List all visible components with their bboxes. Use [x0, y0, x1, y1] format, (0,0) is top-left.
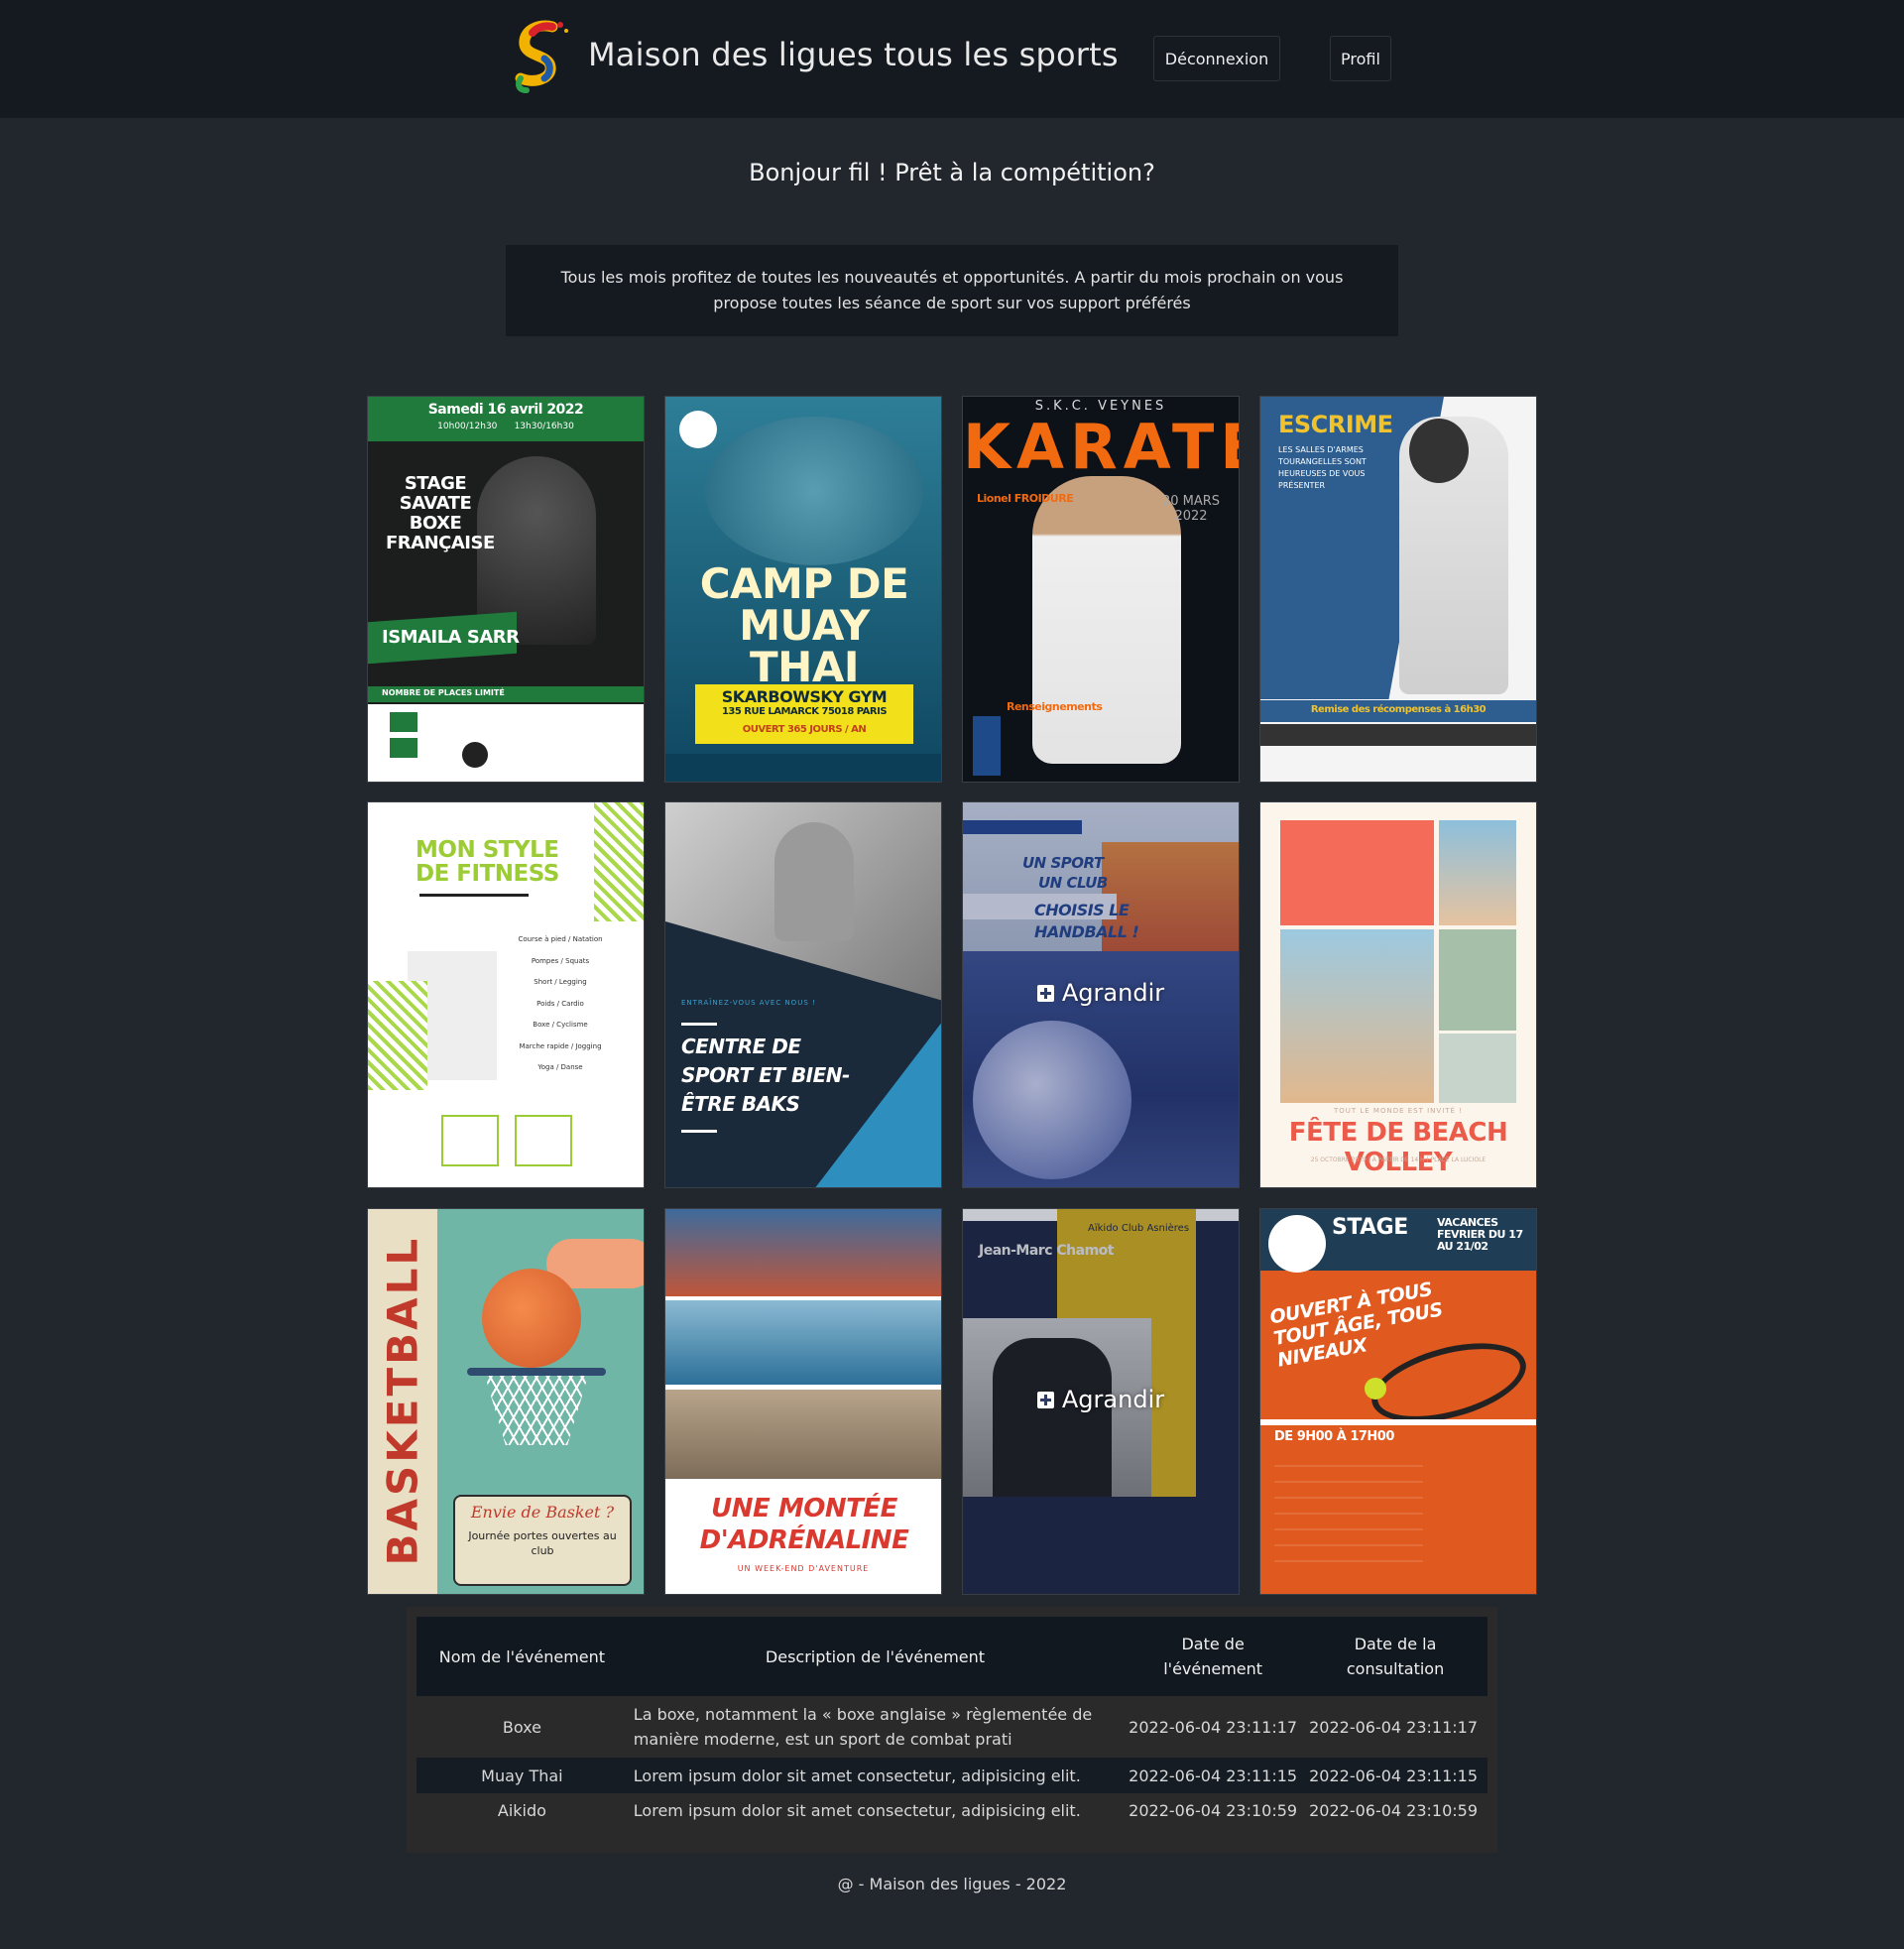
- poster-escrime-footer: Remise des récompenses à 16h30: [1310, 704, 1487, 715]
- column-header-name: Nom de l'événement: [438, 1646, 606, 1666]
- poster-centre-sport[interactable]: ENTRAÎNEZ-VOUS AVEC NOUS ! CENTRE DE SPO…: [664, 801, 942, 1188]
- poster-fitness-item: Course à pied / Natation: [518, 935, 603, 943]
- poster-beach-volley-sub: TOUT LE MONDE EST INVITÉ !: [1333, 1107, 1464, 1115]
- poster-boxe-note: NOMBRE DE PLACES LIMITÉ: [382, 688, 505, 697]
- poster-beach-volley[interactable]: TOUT LE MONDE EST INVITÉ ! FÊTE DE BEACH…: [1259, 801, 1537, 1188]
- poster-basketball-tag: Envie de Basket ?: [470, 1503, 615, 1522]
- column-header-consult-date: Date de la consultation: [1346, 1635, 1445, 1678]
- page-footer: @ - Maison des ligues - 2022: [837, 1875, 1067, 1893]
- poster-tennis-heading: STAGE: [1332, 1215, 1408, 1240]
- poster-beach-volley-heading: FÊTE DE BEACH VOLLEY: [1288, 1118, 1508, 1177]
- consult-date: 2022-06-04 23:11:17: [1309, 1717, 1479, 1737]
- table-header-row: Nom de l'événement Description de l'évén…: [416, 1617, 1488, 1696]
- info-banner: Tous les mois profitez de toutes les nou…: [506, 245, 1398, 336]
- poster-karate-date: 20 MARS 2022: [1161, 494, 1221, 524]
- event-date: 2022-06-04 23:10:59: [1129, 1800, 1298, 1820]
- poster-fitness-item: Short / Legging: [534, 978, 587, 986]
- profile-button[interactable]: Profil: [1330, 36, 1391, 81]
- poster-fitness-item: Yoga / Danse: [537, 1063, 583, 1071]
- poster-escrime-heading: ESCRIME: [1278, 411, 1393, 438]
- poster-muay-thai[interactable]: CAMP DE MUAY THAI SKARBOWSKY GYM 135 RUE…: [664, 396, 942, 783]
- plus-icon: [1036, 985, 1054, 1002]
- poster-tennis[interactable]: STAGE VACANCES FEVRIER DU 17 AU 21/02 OU…: [1259, 1208, 1537, 1595]
- consult-date: 2022-06-04 23:10:59: [1309, 1800, 1479, 1820]
- plus-icon: [1036, 1392, 1054, 1408]
- poster-muay-thai-heading: CAMP DE MUAY THAI: [699, 559, 909, 691]
- top-navbar: Maison des ligues tous les sports Déconn…: [0, 0, 1904, 118]
- poster-tennis-hours: DE 9H00 À 17H00: [1274, 1429, 1394, 1444]
- poster-centre-sport-heading: CENTRE DE SPORT ET BIEN-ÊTRE BAKS: [681, 1035, 850, 1116]
- poster-karate-person: Lionel FROIDURE: [977, 492, 1074, 505]
- poster-aikido[interactable]: Aïkido Club Asnières Jean-Marc Chamot Ag…: [962, 1208, 1240, 1595]
- poster-fitness-item: Marche rapide / Jogging: [519, 1041, 602, 1050]
- site-logo-icon[interactable]: [509, 19, 576, 98]
- column-header-description: Description de l'événement: [765, 1646, 986, 1666]
- event-description: La boxe, notamment la « boxe anglaise » …: [633, 1705, 1093, 1749]
- poster-karate-heading: KARATE: [963, 411, 1240, 483]
- column-header-event-date: Date de l'événement: [1163, 1635, 1263, 1678]
- poster-boxe-times: 10h00/12h30 13h30/16h30: [437, 422, 574, 431]
- poster-boxe-date: Samedi 16 avril 2022: [427, 402, 584, 418]
- poster-fitness-heading: MON STYLE DE FITNESS: [416, 837, 559, 887]
- poster-basketball[interactable]: BASKETBALL Envie de Basket ? Journée por…: [367, 1208, 645, 1595]
- poster-boxe[interactable]: Samedi 16 avril 2022 10h00/12h30 13h30/1…: [367, 396, 645, 783]
- event-name: Aikido: [497, 1800, 546, 1820]
- table-row: Boxe La boxe, notamment la « boxe anglai…: [416, 1696, 1488, 1758]
- poster-fitness-item: Pompes / Squats: [531, 956, 590, 965]
- poster-karate[interactable]: S.K.C. VEYNES KARATE 20 MARS 2022 Lionel…: [962, 396, 1240, 783]
- table-row: Aikido Lorem ipsum dolor sit amet consec…: [416, 1793, 1488, 1827]
- event-name: Boxe: [502, 1717, 541, 1737]
- poster-adrenaline-sub: UN WEEK-END D'AVENTURE: [737, 1564, 870, 1573]
- poster-handball[interactable]: UN SPORT UN CLUB CHOISIS LE HANDBALL ! A…: [962, 801, 1240, 1188]
- logout-button[interactable]: Déconnexion: [1153, 36, 1280, 81]
- poster-basketball-heading: BASKETBALL: [378, 1235, 427, 1566]
- event-description: Lorem ipsum dolor sit amet consectetur, …: [633, 1800, 1081, 1820]
- event-date: 2022-06-04 23:11:17: [1129, 1717, 1298, 1737]
- poster-muay-thai-gym: SKARBOWSKY GYM: [721, 687, 888, 706]
- poster-escrime[interactable]: ESCRIME LES SALLES D'ARMES TOURANGELLES …: [1259, 396, 1537, 783]
- greeting-heading: Bonjour fil ! Prêt à la compétition?: [749, 159, 1155, 186]
- poster-boxe-champion: ISMAILA SARR: [382, 627, 520, 648]
- event-description: Lorem ipsum dolor sit amet consectetur, …: [633, 1766, 1081, 1785]
- event-date: 2022-06-04 23:11:15: [1129, 1766, 1298, 1785]
- poster-fitness[interactable]: MON STYLE DE FITNESS Course à pied / Nat…: [367, 801, 645, 1188]
- poster-muay-thai-hours: OUVERT 365 JOURS / AN: [742, 724, 867, 735]
- poster-fitness-list: Course à pied / Natation Pompes / Squats…: [491, 929, 630, 1079]
- poster-fitness-item: Boxe / Cyclisme: [533, 1021, 588, 1029]
- poster-muay-thai-address: 135 RUE LAMARCK 75018 PARIS: [721, 706, 888, 717]
- table-row: Muay Thai Lorem ipsum dolor sit amet con…: [416, 1758, 1488, 1793]
- poster-basketball-text: Journée portes ouvertes au club: [468, 1529, 617, 1557]
- poster-tennis-sub: VACANCES FEVRIER DU 17 AU 21/02: [1437, 1216, 1523, 1253]
- poster-escrime-text: LES SALLES D'ARMES TOURANGELLES SONT HEU…: [1278, 445, 1367, 490]
- poster-adrenaline[interactable]: UNE MONTÉE D'ADRÉNALINE UN WEEK-END D'AV…: [664, 1208, 942, 1595]
- events-table-panel: Nom de l'événement Description de l'évén…: [407, 1607, 1497, 1853]
- poster-karate-info: Renseignements: [1007, 700, 1103, 713]
- poster-beach-volley-date: 25 OCTOBRE 2019 | À PARTIR DE 14 H | PLA…: [1310, 1157, 1487, 1163]
- poster-adrenaline-heading: UNE MONTÉE D'ADRÉNALINE: [699, 1494, 909, 1555]
- poster-fitness-item: Poids / Cardio: [536, 999, 584, 1008]
- poster-centre-sport-tag: ENTRAÎNEZ-VOUS AVEC NOUS !: [681, 999, 816, 1007]
- event-name: Muay Thai: [481, 1766, 563, 1785]
- site-title: Maison des ligues tous les sports: [588, 36, 1119, 73]
- poster-aikido-enlarge[interactable]: Agrandir: [963, 1386, 1239, 1413]
- events-table: Nom de l'événement Description de l'évén…: [416, 1617, 1488, 1827]
- poster-boxe-heading: STAGE SAVATE BOXE FRANÇAISE: [386, 473, 495, 553]
- consult-date: 2022-06-04 23:11:15: [1309, 1766, 1479, 1785]
- poster-handball-enlarge[interactable]: Agrandir: [963, 979, 1239, 1007]
